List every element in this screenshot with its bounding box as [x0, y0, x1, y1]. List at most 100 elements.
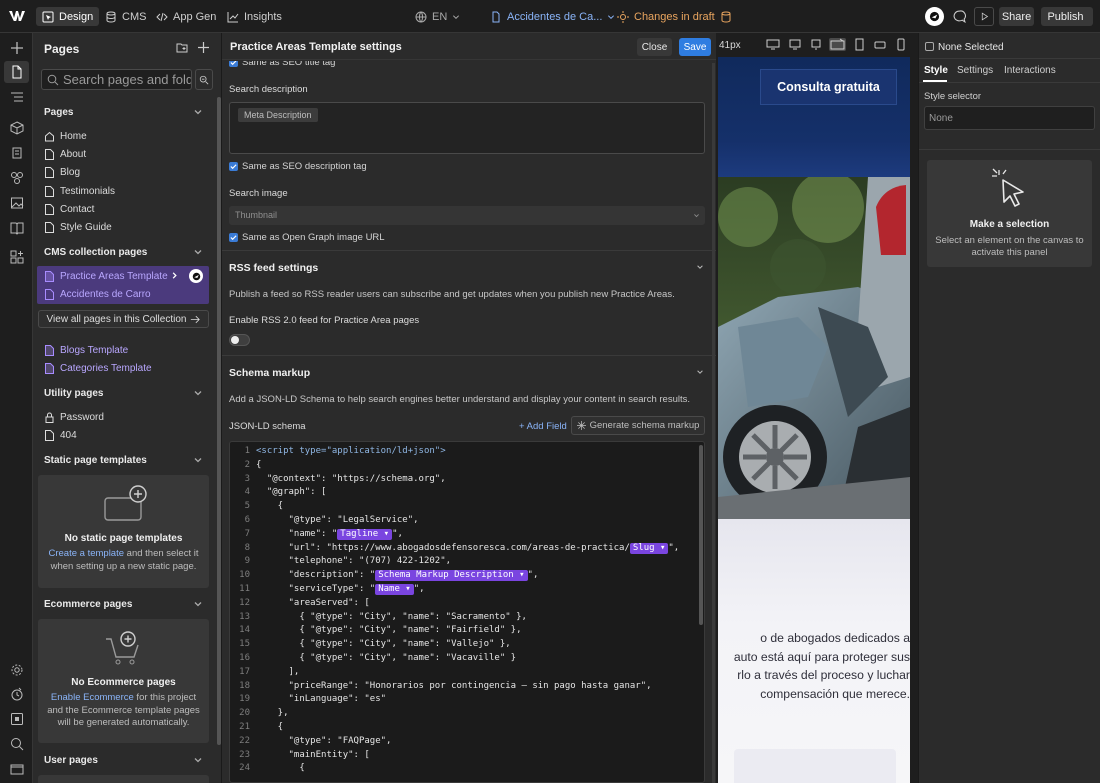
chevron-down-icon[interactable] — [193, 247, 203, 257]
page-item-testimonials[interactable]: Testimonials — [45, 184, 115, 198]
page-item-password[interactable]: Password — [45, 410, 104, 424]
og-image-checkbox[interactable]: Same as Open Graph image URL — [229, 232, 385, 243]
search-description-label: Search description — [229, 84, 308, 95]
draft-status[interactable]: Changes in draft — [611, 7, 738, 26]
assets-icon[interactable] — [9, 195, 24, 210]
cms-template-blogs[interactable]: Blogs Template — [45, 343, 128, 357]
filter-icon[interactable] — [195, 69, 213, 90]
chevron-down-icon[interactable] — [193, 388, 203, 398]
search-icon[interactable] — [9, 736, 24, 751]
draft-status-label: Changes in draft — [634, 10, 715, 23]
avatar[interactable] — [925, 7, 944, 26]
static-card-desc: Create a template and then select it whe… — [43, 548, 204, 573]
cms-field-token[interactable]: Tagline ▾ — [337, 528, 393, 540]
chevron-down-icon[interactable] — [193, 755, 203, 765]
page-item-style-guide[interactable]: Style Guide — [45, 220, 112, 234]
mobile-landscape-breakpoint-icon[interactable] — [873, 38, 887, 51]
pages-scrollbar[interactable] — [217, 97, 221, 745]
static-templates-empty-card: No static page templates Create a templa… — [38, 475, 209, 588]
terminal-icon[interactable] — [9, 711, 24, 726]
consulta-gratuita-button[interactable]: Consulta gratuita — [760, 69, 897, 105]
search-description-field[interactable]: Meta Description — [229, 102, 705, 154]
desktop-breakpoint-icon[interactable] — [766, 38, 780, 51]
chevron-down-icon[interactable] — [696, 368, 704, 376]
chevron-down-icon[interactable] — [193, 599, 203, 609]
comments-icon[interactable] — [953, 10, 966, 23]
tab-settings[interactable]: Settings — [957, 65, 993, 76]
preview-play-icon[interactable] — [974, 7, 994, 26]
insights-tab[interactable]: Insights — [221, 7, 288, 26]
chevron-down-icon[interactable] — [193, 455, 203, 465]
cms-field-token[interactable]: Name ▾ — [375, 584, 414, 595]
settings-gear-icon[interactable] — [9, 662, 24, 677]
cms-field-token[interactable]: Schema Markup Description ▾ — [375, 570, 528, 582]
cms-book-icon[interactable] — [9, 220, 24, 235]
publish-button[interactable]: Publish — [1041, 7, 1093, 26]
webflow-logo-icon[interactable] — [9, 10, 25, 22]
modal-scrollbar[interactable] — [712, 63, 715, 783]
create-template-link[interactable]: Create a template — [49, 548, 125, 559]
generate-schema-button[interactable]: Generate schema markup — [571, 416, 705, 435]
cms-item-accidentes[interactable]: Accidentes de Carro — [45, 287, 151, 301]
audit-icon[interactable] — [9, 686, 24, 701]
view-all-collection-button[interactable]: View all pages in this Collection — [38, 310, 209, 328]
app-gen-tab[interactable]: App Gen — [150, 7, 222, 26]
page-item-404[interactable]: 404 — [45, 428, 77, 442]
seo-description-checkbox[interactable]: Same as SEO description tag — [229, 161, 367, 172]
rss-section: RSS feed settings Publish a feed so RSS … — [222, 250, 716, 355]
code-scrollbar[interactable] — [699, 445, 703, 625]
code-line: "name": " Tagline ▾ ", — [256, 528, 403, 540]
chevron-down-icon — [453, 14, 460, 19]
design-tab[interactable]: Design — [36, 7, 100, 26]
chevron-down-icon[interactable] — [696, 263, 704, 271]
save-button[interactable]: Save — [679, 38, 711, 56]
none-selected-checkbox[interactable] — [925, 42, 934, 51]
style-selector-input[interactable]: None — [924, 106, 1095, 130]
page-selector[interactable]: Accidentes de Ca... — [484, 7, 621, 26]
pages-search-input[interactable]: Search pages and folders — [41, 69, 192, 90]
meta-description-token[interactable]: Meta Description — [238, 108, 318, 122]
mobile-breakpoint-icon[interactable] — [894, 38, 908, 51]
chevron-down-icon[interactable] — [193, 107, 203, 117]
rss-toggle[interactable] — [229, 334, 250, 346]
json-ld-code-editor[interactable]: 1 <script type="application/ld+json"> 2{3 … — [229, 441, 705, 783]
page-item-about[interactable]: About — [45, 147, 86, 161]
components-icon[interactable] — [9, 120, 24, 135]
page-item-home[interactable]: Home — [45, 129, 87, 143]
top-bar: Design CMS App Gen Insights EN Accidente… — [0, 0, 1100, 33]
chevron-right-icon[interactable] — [170, 271, 179, 280]
add-icon[interactable] — [9, 40, 24, 55]
laptop-breakpoint-icon[interactable] — [809, 38, 823, 51]
line-number: 3 — [244, 473, 250, 484]
close-button[interactable]: Close — [637, 38, 672, 56]
tablet-breakpoint-icon[interactable] — [852, 38, 866, 51]
cms-template-practice-areas[interactable]: Practice Areas Template — [45, 269, 168, 283]
variables-icon[interactable] — [9, 145, 24, 160]
add-field-button[interactable]: + Add Field — [519, 421, 567, 432]
locale-select[interactable]: EN — [409, 7, 466, 26]
tablet-landscape-breakpoint-icon[interactable] — [829, 38, 846, 51]
page-item-blog[interactable]: Blog — [45, 165, 80, 179]
cms-template-categories[interactable]: Categories Template — [45, 361, 152, 375]
page-item-contact[interactable]: Contact — [45, 202, 94, 216]
search-image-select[interactable]: Thumbnail — [229, 206, 705, 225]
tab-style[interactable]: Style — [924, 65, 948, 76]
styles-icon[interactable] — [9, 170, 24, 185]
share-button[interactable]: Share — [999, 7, 1034, 26]
page-icon — [45, 148, 54, 160]
navigator-icon[interactable] — [9, 89, 24, 104]
cms-field-token[interactable]: Slug ▾ — [629, 542, 669, 554]
section-ecommerce: Ecommerce pages — [44, 599, 133, 610]
home-icon — [45, 131, 54, 141]
tab-interactions[interactable]: Interactions — [1004, 65, 1056, 76]
desktop-base-breakpoint-icon[interactable] — [788, 38, 802, 51]
cms-tab[interactable]: CMS — [99, 7, 152, 26]
apps-icon[interactable] — [9, 249, 24, 264]
pages-icon[interactable] — [4, 61, 29, 83]
cms-tab-label: CMS — [122, 10, 147, 23]
add-page-icon[interactable] — [198, 42, 209, 53]
seo-description-checkbox-label: Same as SEO description tag — [242, 161, 367, 172]
add-folder-icon[interactable] — [176, 42, 188, 53]
enable-ecommerce-link[interactable]: Enable Ecommerce — [51, 692, 134, 703]
video-help-icon[interactable] — [9, 761, 24, 776]
